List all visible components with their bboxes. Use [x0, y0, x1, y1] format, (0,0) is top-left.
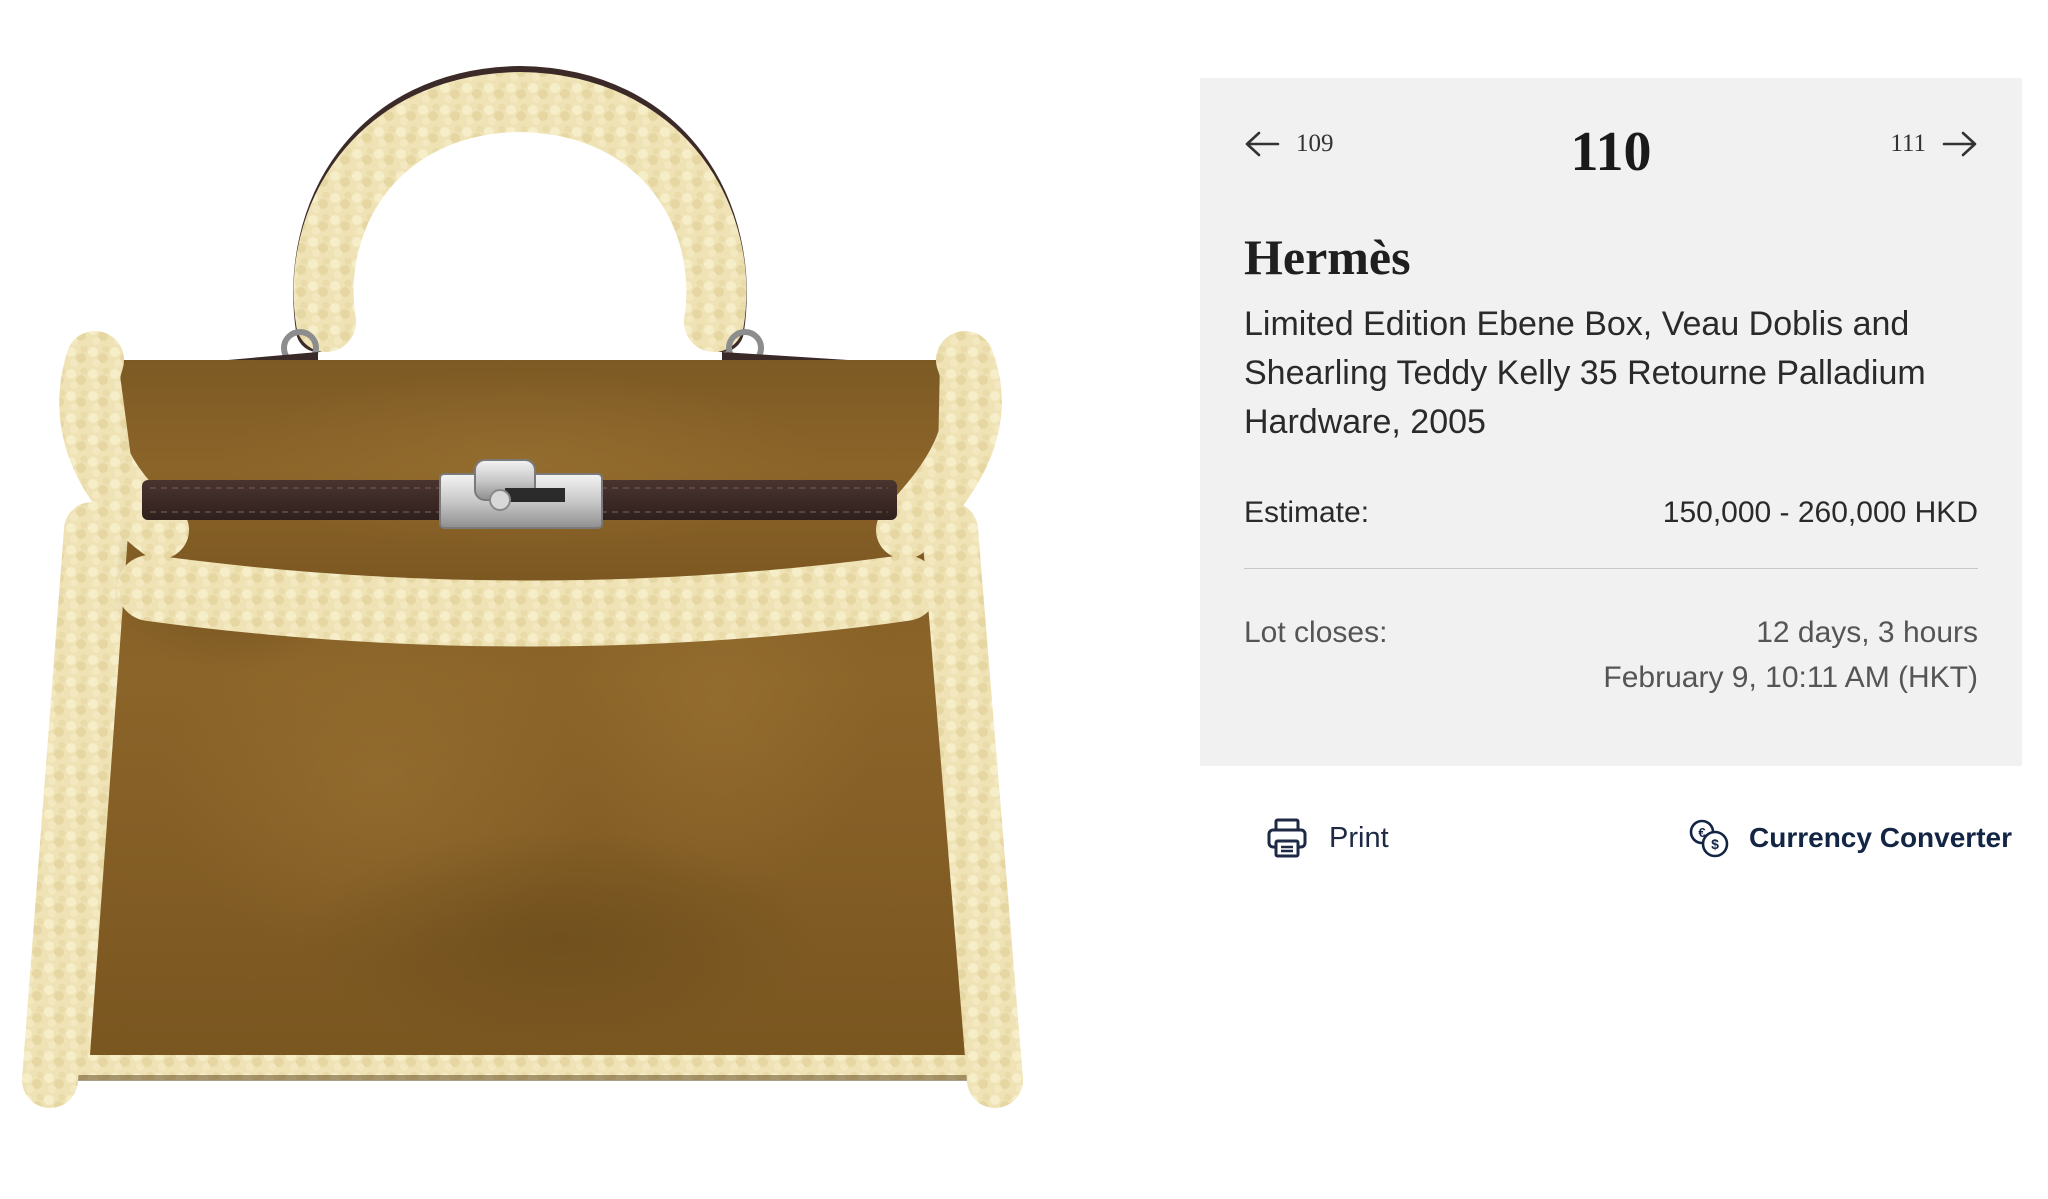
print-button[interactable]: Print — [1265, 816, 1389, 860]
arrow-right-icon — [1942, 131, 1977, 157]
next-lot-link[interactable]: 111 — [1890, 130, 1978, 158]
svg-text:$: $ — [1711, 836, 1719, 852]
currency-converter-button[interactable]: € $ Currency Converter — [1687, 816, 2012, 860]
lot-closes-label: Lot closes: — [1244, 616, 1388, 649]
estimate-label: Estimate: — [1244, 496, 1370, 529]
lot-title: Limited Edition Ebene Box, Veau Doblis a… — [1244, 305, 1926, 441]
lot-maker: Hermès — [1244, 229, 1411, 285]
lot-closes-value: 12 days, 3 hours February 9, 10:11 AM (H… — [1603, 610, 1978, 700]
print-label: Print — [1329, 821, 1389, 854]
printer-icon — [1267, 818, 1307, 858]
svg-text:€: € — [1698, 825, 1705, 840]
currency-exchange-icon: € $ — [1689, 819, 1729, 858]
divider — [1244, 568, 1978, 569]
product-image[interactable] — [0, 60, 1040, 1120]
lot-navigation: 109 110 111 — [1244, 114, 1978, 194]
lot-closes-countdown: 12 days, 3 hours — [1756, 616, 1978, 649]
lot-number: 110 — [1570, 121, 1652, 183]
kelly-bag-illustration — [22, 65, 1023, 1108]
lot-info-panel: 109 110 111 Hermès Limited Edition Ebene… — [1200, 78, 2022, 766]
estimate-value: 150,000 - 260,000 HKD — [1662, 496, 1978, 529]
currency-converter-label: Currency Converter — [1749, 822, 2012, 853]
next-lot-number: 111 — [1890, 130, 1926, 157]
lot-closes-datetime: February 9, 10:11 AM (HKT) — [1603, 661, 1978, 694]
